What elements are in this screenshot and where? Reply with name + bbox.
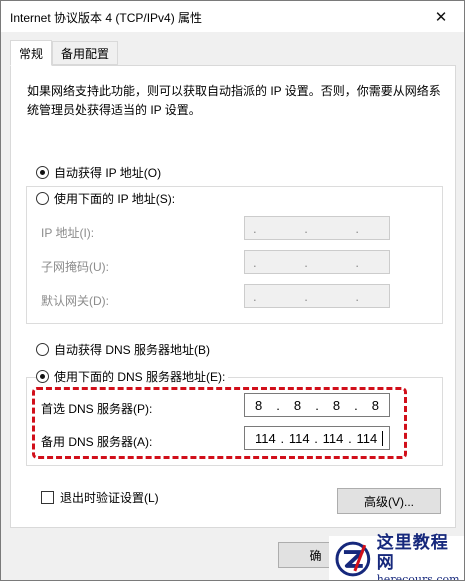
ipv4-properties-dialog: Internet 协议版本 4 (TCP/IPv4) 属性 ✕ 常规 备用配置 …	[0, 0, 465, 581]
tab-general[interactable]: 常规	[10, 40, 52, 66]
preferred-dns-label: 首选 DNS 服务器(P):	[41, 402, 153, 416]
title-bar: Internet 协议版本 4 (TCP/IPv4) 属性 ✕	[1, 1, 464, 32]
preferred-dns-input[interactable]: 8. 8. 8. 8	[244, 393, 390, 417]
manual-dns-label: 使用下面的 DNS 服务器地址(E):	[54, 370, 226, 384]
octet: 114	[356, 430, 378, 446]
auto-dns-radio[interactable]: 自动获得 DNS 服务器地址(B)	[36, 341, 214, 358]
alternate-dns-label: 备用 DNS 服务器(A):	[41, 435, 153, 449]
octet: 8	[293, 397, 302, 413]
watermark-logo-icon	[335, 541, 371, 577]
ok-button-label: 确	[309, 548, 322, 563]
manual-ip-label: 使用下面的 IP 地址(S):	[54, 192, 176, 206]
tab-alternate-config[interactable]: 备用配置	[52, 41, 118, 65]
octet: 8	[332, 397, 341, 413]
octet: 114	[322, 430, 344, 446]
radio-unchecked-icon	[36, 343, 49, 356]
text-caret	[381, 430, 383, 446]
default-gateway-value: . . .	[252, 288, 382, 304]
auto-ip-radio[interactable]: 自动获得 IP 地址(O)	[36, 164, 165, 181]
watermark-url: herecours.com	[376, 572, 460, 581]
watermark: 这里教程网 herecours.com	[329, 532, 464, 581]
ip-address-input: . . .	[244, 216, 390, 240]
radio-checked-icon	[36, 166, 49, 179]
radio-checked-icon	[36, 370, 49, 383]
default-gateway-input: . . .	[244, 284, 390, 308]
manual-ip-radio[interactable]: 使用下面的 IP 地址(S):	[36, 190, 179, 207]
watermark-title: 这里教程网	[376, 532, 449, 573]
general-tab-panel: 如果网络支持此功能，则可以获取自动指派的 IP 设置。否则，你需要从网络系统管理…	[10, 65, 456, 528]
subnet-mask-label: 子网掩码(U):	[41, 260, 109, 274]
manual-dns-radio[interactable]: 使用下面的 DNS 服务器地址(E):	[36, 368, 229, 385]
window-title: Internet 协议版本 4 (TCP/IPv4) 属性	[10, 11, 203, 25]
auto-dns-label: 自动获得 DNS 服务器地址(B)	[54, 343, 211, 357]
description-text: 如果网络支持此功能，则可以获取自动指派的 IP 设置。否则，你需要从网络系统管理…	[27, 84, 441, 117]
octet: 8	[371, 397, 379, 413]
octet: 114	[288, 430, 310, 446]
validate-on-exit-checkbox[interactable]: 退出时验证设置(L)	[41, 489, 159, 506]
validate-on-exit-label: 退出时验证设置(L)	[60, 491, 159, 505]
default-gateway-label: 默认网关(D):	[41, 294, 109, 308]
subnet-mask-value: . . .	[252, 254, 382, 270]
ip-address-value: . . .	[252, 220, 382, 236]
dns-settings-group	[26, 377, 443, 466]
alternate-dns-input[interactable]: 114. 114. 114. 114	[244, 426, 390, 450]
auto-ip-label: 自动获得 IP 地址(O)	[54, 166, 162, 180]
checkbox-unchecked-icon	[41, 491, 54, 504]
octet: 114	[255, 430, 276, 446]
advanced-button[interactable]: 高级(V)...	[337, 488, 441, 514]
octet: 8	[255, 397, 263, 413]
radio-unchecked-icon	[36, 192, 49, 205]
subnet-mask-input: . . .	[244, 250, 390, 274]
ip-address-label: IP 地址(I):	[41, 226, 95, 240]
close-button[interactable]: ✕	[418, 1, 464, 32]
close-icon: ✕	[434, 8, 448, 26]
